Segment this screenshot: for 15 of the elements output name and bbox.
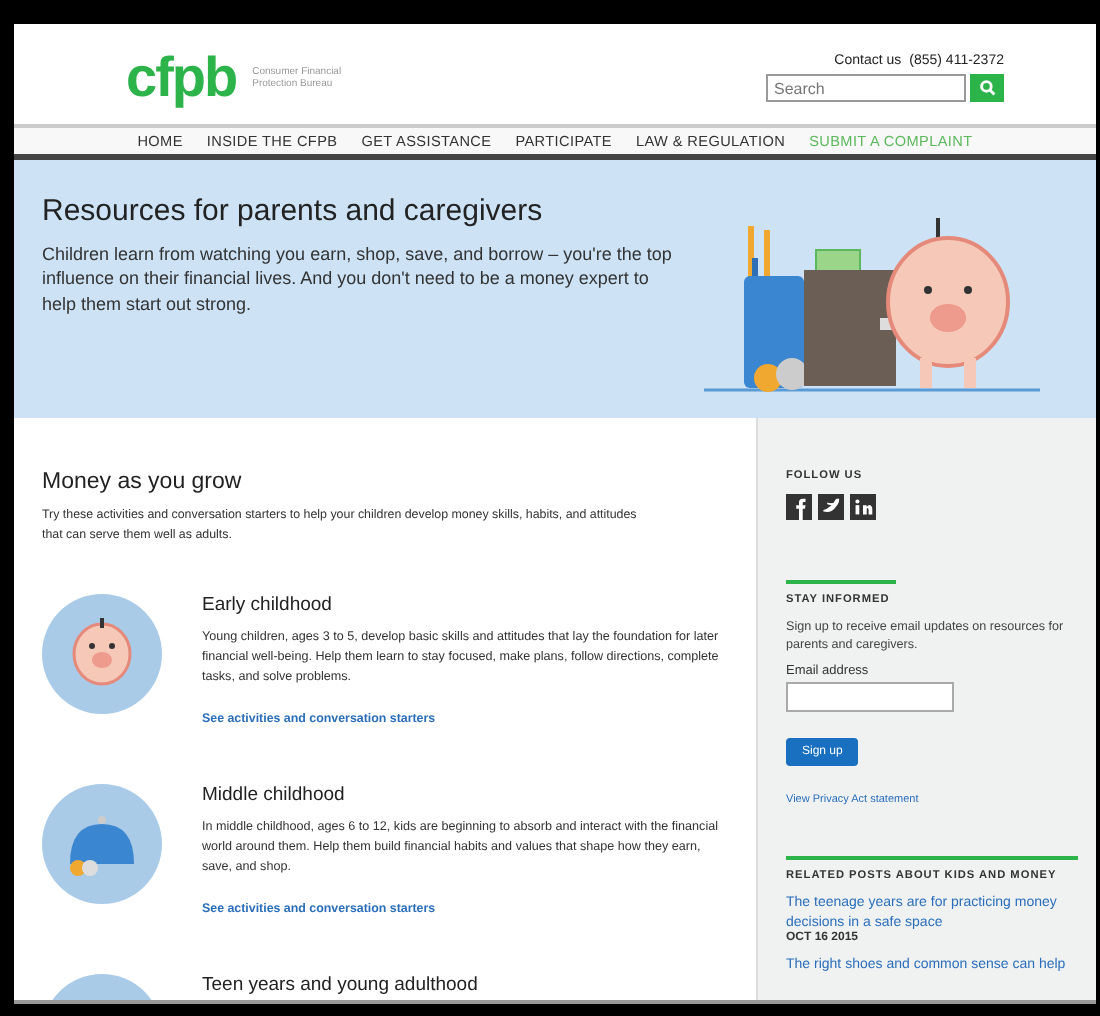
hero-title: Resources for parents and caregivers (42, 194, 545, 228)
stage-title: Middle childhood (202, 784, 347, 806)
stage-title: Teen years and young adulthood (202, 974, 478, 996)
linkedin-icon[interactable] (850, 494, 876, 520)
logo[interactable]: cfpb (126, 46, 237, 110)
search-button[interactable] (970, 74, 1004, 102)
coin-purse-icon (42, 784, 162, 904)
search-field[interactable]: Search (766, 74, 966, 102)
search-icon (979, 80, 995, 96)
email-field[interactable] (786, 682, 954, 712)
piggy-bank-icon (42, 594, 162, 714)
stage-title: Early childhood (202, 594, 334, 616)
facebook-icon[interactable] (786, 494, 812, 520)
section-title: Money as you grow (42, 470, 244, 494)
hero-text: Children learn from watching you earn, shop, save, and borrow – you're the top influence on their financial lives. And you don't need to be a money expert to help them start out strong. (42, 242, 674, 316)
